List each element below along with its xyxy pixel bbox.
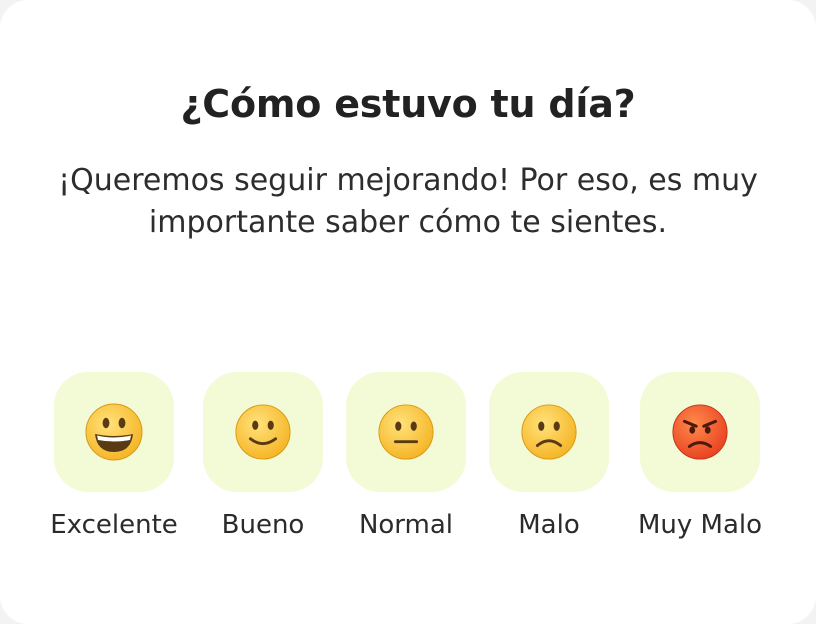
rating-option-malo[interactable]: Malo [469, 372, 629, 540]
page-title: ¿Cómo estuvo tu día? [180, 82, 636, 126]
rating-option-label: Malo [518, 510, 580, 540]
rating-option-label: Muy Malo [637, 510, 763, 540]
rating-option-excelente[interactable]: Excelente [34, 372, 194, 540]
mood-rating-group: Excelente Bueno Normal Malo Muy Malo [0, 372, 816, 552]
rating-tile[interactable] [346, 372, 466, 492]
slightly-frowning-face-icon [520, 403, 578, 461]
rating-option-label: Normal [358, 510, 454, 540]
feedback-card: ¿Cómo estuvo tu día? ¡Queremos seguir me… [0, 0, 816, 624]
rating-tile[interactable] [489, 372, 609, 492]
slightly-smiling-face-icon [234, 403, 292, 461]
rating-option-label: Bueno [221, 510, 305, 540]
rating-option-label: Excelente [50, 510, 178, 540]
rating-tile[interactable] [54, 372, 174, 492]
rating-tile[interactable] [203, 372, 323, 492]
rating-option-normal[interactable]: Normal [326, 372, 486, 540]
grinning-face-icon [84, 402, 144, 462]
angry-face-icon [671, 403, 729, 461]
rating-option-bueno[interactable]: Bueno [183, 372, 343, 540]
rating-option-muy-malo[interactable]: Muy Malo [620, 372, 780, 540]
rating-tile[interactable] [640, 372, 760, 492]
neutral-face-icon [377, 403, 435, 461]
page-subtitle: ¡Queremos seguir mejorando! Por eso, es … [58, 163, 758, 240]
